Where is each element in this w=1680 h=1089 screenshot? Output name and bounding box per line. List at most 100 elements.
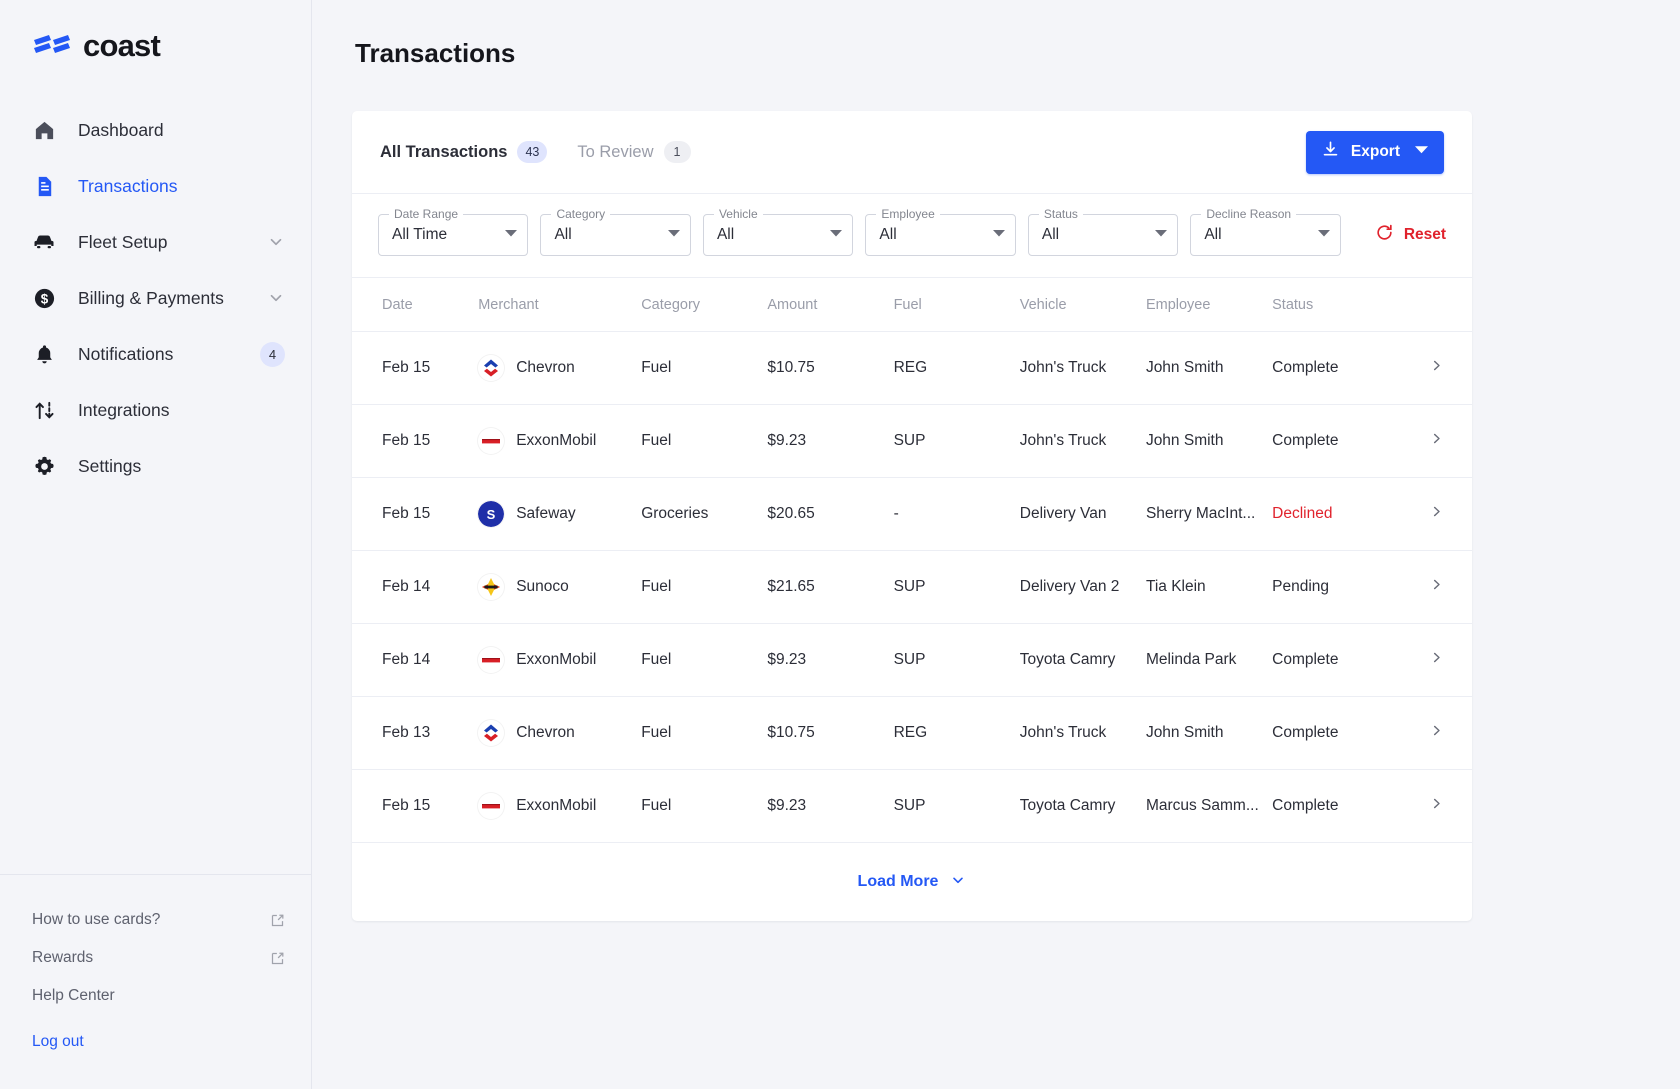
sidebar-item-settings[interactable]: Settings — [0, 438, 311, 494]
chevron-logo-icon — [478, 720, 504, 746]
cell-merchant: ExxonMobil — [478, 624, 641, 697]
merchant-name: Sunoco — [516, 578, 569, 596]
filter-label: Date Range — [389, 207, 463, 221]
cell-category: Fuel — [641, 332, 767, 405]
table-row[interactable]: Feb 15ExxonMobilFuel$9.23SUPJohn's Truck… — [352, 405, 1472, 478]
row-detail-chevron-icon[interactable] — [1429, 358, 1444, 378]
notifications-badge: 4 — [260, 342, 285, 367]
filter-vehicle[interactable]: Vehicle All — [703, 214, 853, 256]
cell-employee: Melinda Park — [1146, 624, 1272, 697]
cell-employee: John Smith — [1146, 697, 1272, 770]
refresh-icon — [1375, 223, 1394, 247]
merchant-name: ExxonMobil — [516, 432, 596, 450]
merchant-name: Chevron — [516, 359, 575, 377]
cell-date: Feb 15 — [352, 478, 478, 551]
cell-merchant: Sunoco — [478, 551, 641, 624]
cell-amount: $10.75 — [767, 332, 893, 405]
table-row[interactable]: Feb 13ChevronFuel$10.75REGJohn's TruckJo… — [352, 697, 1472, 770]
cell-status: Declined — [1272, 478, 1398, 551]
filter-value: All — [1204, 226, 1221, 244]
filter-value: All — [717, 226, 734, 244]
table-row[interactable]: Feb 14SunocoFuel$21.65SUPDelivery Van 2T… — [352, 551, 1472, 624]
filter-label: Employee — [876, 207, 939, 221]
status-badge: Pending — [1272, 578, 1329, 595]
sidebar-item-label: Dashboard — [78, 120, 164, 141]
cell-vehicle: Toyota Camry — [1020, 624, 1146, 697]
row-detail-chevron-icon[interactable] — [1429, 650, 1444, 670]
tab-to-review[interactable]: To Review 1 — [577, 141, 690, 163]
filter-date-range[interactable]: Date Range All Time — [378, 214, 528, 256]
table-body: Feb 15ChevronFuel$10.75REGJohn's TruckJo… — [352, 332, 1472, 843]
cell-fuel: SUP — [894, 551, 1020, 624]
chevron-logo-icon — [478, 355, 504, 381]
chevron-down-icon[interactable] — [267, 289, 285, 307]
sidebar-item-billing-payments[interactable]: $ Billing & Payments — [0, 270, 311, 326]
row-detail-chevron-icon[interactable] — [1429, 504, 1444, 524]
cell-status: Complete — [1272, 405, 1398, 478]
sidebar-item-fleet-setup[interactable]: Fleet Setup — [0, 214, 311, 270]
status-badge: Declined — [1272, 505, 1332, 522]
chevron-down-icon[interactable] — [267, 233, 285, 251]
row-detail-chevron-icon[interactable] — [1429, 723, 1444, 743]
cell-status: Complete — [1272, 624, 1398, 697]
cell-date: Feb 15 — [352, 332, 478, 405]
column-header-date: Date — [352, 278, 478, 332]
cell-category: Fuel — [641, 624, 767, 697]
tab-all-transactions[interactable]: All Transactions 43 — [380, 141, 547, 163]
footer-link-label: Help Center — [32, 987, 115, 1005]
table-row[interactable]: Feb 15ChevronFuel$10.75REGJohn's TruckJo… — [352, 332, 1472, 405]
table-row[interactable]: Feb 14ExxonMobilFuel$9.23SUPToyota Camry… — [352, 624, 1472, 697]
card-header: All Transactions 43 To Review 1 Export — [352, 111, 1472, 194]
filter-employee[interactable]: Employee All — [865, 214, 1015, 256]
brand-name: coast — [83, 28, 160, 64]
footer-link-help-center[interactable]: Help Center — [0, 977, 311, 1015]
filter-status[interactable]: Status All — [1028, 214, 1178, 256]
cell-amount: $9.23 — [767, 624, 893, 697]
coast-waves-logo-icon — [32, 31, 74, 62]
column-header-merchant: Merchant — [478, 278, 641, 332]
cell-merchant: Chevron — [478, 332, 641, 405]
footer-link-rewards[interactable]: Rewards — [0, 939, 311, 977]
sidebar-item-transactions[interactable]: Transactions — [0, 158, 311, 214]
caret-down-icon — [1304, 226, 1330, 244]
cell-merchant: ExxonMobil — [478, 770, 641, 843]
export-button[interactable]: Export — [1306, 131, 1444, 174]
filter-decline-reason[interactable]: Decline Reason All — [1190, 214, 1340, 256]
sidebar-item-integrations[interactable]: Integrations — [0, 382, 311, 438]
cell-merchant: Chevron — [478, 697, 641, 770]
cell-actions — [1398, 478, 1472, 551]
brand-logo[interactable]: coast — [0, 0, 311, 64]
filter-category[interactable]: Category All — [540, 214, 690, 256]
export-label: Export — [1351, 143, 1400, 161]
status-badge: Complete — [1272, 432, 1338, 449]
exxonmobil-logo-icon — [478, 647, 504, 673]
cell-amount: $21.65 — [767, 551, 893, 624]
reset-filters-button[interactable]: Reset — [1375, 223, 1446, 247]
cell-amount: $9.23 — [767, 405, 893, 478]
table-row[interactable]: Feb 15SSafewayGroceries$20.65-Delivery V… — [352, 478, 1472, 551]
cell-amount: $20.65 — [767, 478, 893, 551]
caret-down-icon — [654, 226, 680, 244]
caret-down-icon[interactable] — [1415, 143, 1428, 161]
sidebar-item-label: Fleet Setup — [78, 232, 168, 253]
cell-vehicle: Toyota Camry — [1020, 770, 1146, 843]
row-detail-chevron-icon[interactable] — [1429, 577, 1444, 597]
table-row[interactable]: Feb 15ExxonMobilFuel$9.23SUPToyota Camry… — [352, 770, 1472, 843]
cell-actions — [1398, 551, 1472, 624]
row-detail-chevron-icon[interactable] — [1429, 796, 1444, 816]
cell-employee: John Smith — [1146, 332, 1272, 405]
filter-label: Category — [551, 207, 610, 221]
cell-actions — [1398, 697, 1472, 770]
filter-value: All — [554, 226, 571, 244]
load-more-button[interactable]: Load More — [858, 872, 967, 893]
external-link-icon — [270, 913, 285, 928]
sidebar-item-notifications[interactable]: Notifications 4 — [0, 326, 311, 382]
row-detail-chevron-icon[interactable] — [1429, 431, 1444, 451]
sidebar-item-label: Billing & Payments — [78, 288, 224, 309]
logout-button[interactable]: Log out — [0, 1023, 311, 1061]
footer-link-how-to-use-cards[interactable]: How to use cards? — [0, 901, 311, 939]
sidebar-item-dashboard[interactable]: Dashboard — [0, 102, 311, 158]
sidebar-footer: How to use cards? Rewards Help Center Lo… — [0, 875, 311, 1089]
cell-fuel: REG — [894, 332, 1020, 405]
sidebar-nav: Dashboard Transactions — [0, 102, 311, 494]
